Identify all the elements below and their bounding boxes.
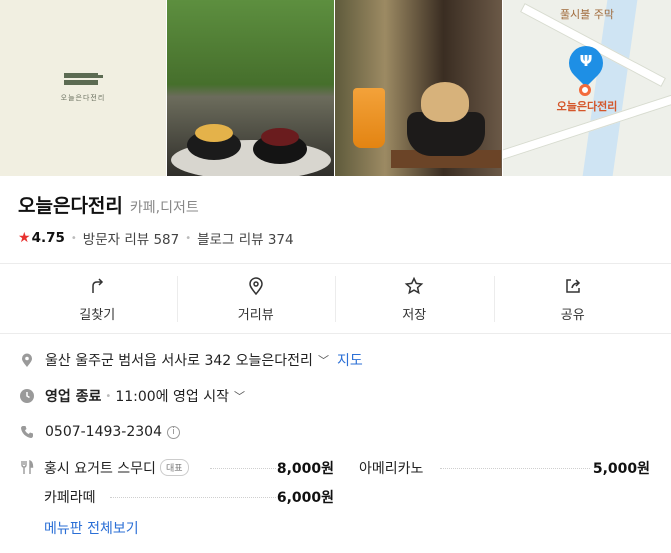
redbean-bowl [253, 128, 307, 164]
menu-item-name: 카페라떼 [44, 490, 96, 506]
directions-label: 길찾기 [79, 307, 116, 323]
menu-item[interactable]: 아메리카노 [359, 458, 423, 478]
rating-value: 4.75 [31, 230, 65, 246]
map-link[interactable]: 지도 [337, 350, 363, 370]
share-icon [566, 278, 580, 293]
menu-icon-row [18, 458, 45, 476]
map-poi-label: 풀시불 주막 [559, 8, 615, 21]
cafe-icon: Ψ [579, 52, 593, 70]
street-view-label: 거리뷰 [237, 307, 274, 323]
menu-item[interactable]: 홍시 요거트 스무디 대표 [44, 458, 189, 478]
menu-item[interactable]: 카페라떼 [44, 487, 96, 507]
phone-icon [18, 423, 36, 441]
photo-strip: 오늘은다전리 풀시불 주막 Ψ 오늘은다전리 [0, 0, 671, 176]
bingsu-photo[interactable] [167, 0, 334, 176]
menu-item-price: 8,000원 [276, 461, 334, 477]
mini-map[interactable]: 풀시불 주막 Ψ 오늘은다전리 [503, 0, 671, 176]
fork-knife-icon [18, 458, 36, 476]
map-place-label: 오늘은다전리 [556, 100, 618, 113]
save-label: 저장 [402, 307, 427, 323]
share-label: 공유 [560, 307, 585, 323]
divider [0, 263, 671, 264]
business-status: 영업 종료 [45, 389, 102, 405]
star-outline-icon [404, 276, 424, 294]
phone-row: 0507-1493-2304 i [18, 423, 180, 441]
place-category: 카페,디저트 [129, 200, 199, 216]
menu-item-name: 홍시 요거트 스무디 [44, 461, 156, 477]
menu-item-price: 6,000원 [276, 490, 334, 506]
info-icon[interactable]: i [167, 425, 180, 439]
address-row: 울산 울주군 범서읍 서사로 342 오늘은다전리 ﹀ 지도 [18, 350, 363, 370]
directions-icon [92, 277, 104, 293]
star-icon: ★ [18, 230, 31, 246]
smoothie-glass [353, 88, 385, 148]
phone-number[interactable]: 0507-1493-2304 [45, 424, 162, 440]
signature-badge: 대표 [159, 459, 189, 476]
business-hours[interactable]: 11:00에 영업 시작 [115, 386, 229, 406]
mango-bowl [187, 124, 241, 160]
map-pin-dot [579, 84, 591, 96]
divider [0, 333, 671, 334]
dot-separator: • [70, 232, 77, 244]
fish-bread [421, 82, 469, 122]
dot-separator: • [105, 390, 112, 402]
logo-photo[interactable]: 오늘은다전리 [0, 0, 166, 176]
chevron-down-icon[interactable]: ﹀ [318, 352, 329, 368]
action-bar: 길찾기 거리뷰 저장 공유 [18, 266, 652, 332]
chevron-down-icon[interactable]: ﹀ [234, 388, 245, 404]
street-view-button[interactable]: 거리뷰 [176, 266, 336, 332]
menu-item-price: 5,000원 [592, 461, 650, 477]
place-title[interactable]: 오늘은다전리 [18, 191, 123, 218]
dot-separator: • [185, 232, 192, 244]
rating-row: ★ 4.75 • 방문자 리뷰 587 • 블로그 리뷰 374 [18, 228, 294, 248]
share-button[interactable]: 공유 [493, 266, 653, 332]
location-icon [18, 351, 36, 369]
hours-row: 영업 종료 • 11:00에 영업 시작 ﹀ [18, 386, 245, 406]
logo-mark-icon [64, 73, 103, 85]
logo-text: 오늘은다전리 [60, 94, 106, 102]
menu-item-name: 아메리카노 [359, 461, 424, 477]
visitor-reviews-link[interactable]: 방문자 리뷰 587 [83, 228, 179, 248]
full-menu-link[interactable]: 메뉴판 전체보기 [44, 518, 139, 538]
address-text[interactable]: 울산 울주군 범서읍 서사로 342 오늘은다전리 [45, 350, 313, 370]
dessert-photo[interactable] [335, 0, 502, 176]
blog-reviews-link[interactable]: 블로그 리뷰 374 [197, 228, 293, 248]
place-header: 오늘은다전리 카페,디저트 [18, 191, 199, 218]
clock-icon [18, 387, 36, 405]
directions-button[interactable]: 길찾기 [18, 266, 177, 332]
save-button[interactable]: 저장 [335, 266, 494, 332]
street-view-icon [248, 276, 263, 295]
